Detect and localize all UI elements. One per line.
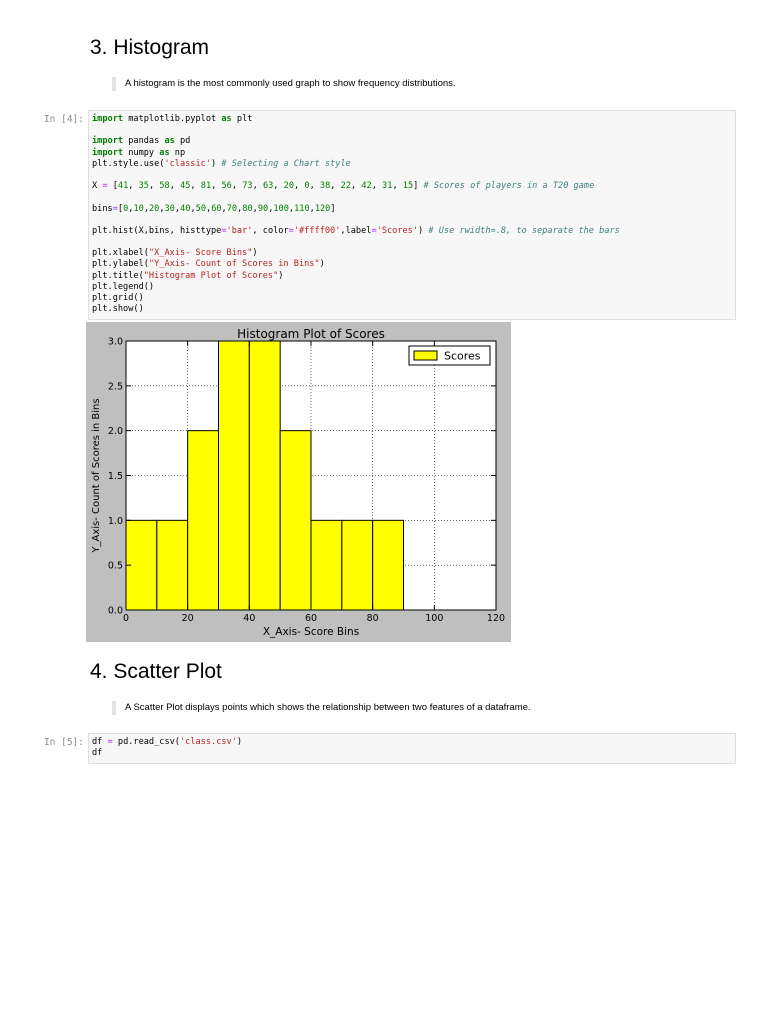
histogram-bar — [156, 519, 189, 611]
histogram-bar — [279, 430, 312, 611]
histogram-bar — [248, 340, 281, 611]
code-line: ​ — [92, 237, 732, 248]
code-line: plt.style.use('classic') # Selecting a C… — [92, 158, 351, 169]
y-tick-label: 3.0 — [108, 337, 123, 348]
code-line: import pandas as pd — [92, 136, 191, 147]
y-tick-label: 1.5 — [108, 471, 123, 482]
x-tick-label: 40 — [243, 613, 255, 624]
y-tick-label: 2.5 — [108, 381, 123, 392]
histogram-bar — [341, 519, 374, 611]
y-tick-label: 0.5 — [108, 561, 123, 572]
code-line: plt.legend() — [92, 281, 155, 292]
code-line: ​ — [92, 125, 732, 136]
x-axis-label: X_Axis- Score Bins — [263, 626, 359, 638]
histogram-bar — [218, 340, 250, 611]
code-line: ​ — [92, 215, 732, 226]
histogram-bar — [310, 519, 343, 611]
cell-prompt: In [5]: — [43, 737, 84, 748]
x-tick-label: 60 — [305, 613, 317, 624]
y-tick-label: 0.0 — [108, 606, 123, 617]
cell-prompt: In [4]: — [43, 114, 84, 125]
code-line: bins=[0,10,20,30,40,50,60,70,80,90,100,1… — [92, 203, 336, 214]
y-tick-label: 1.0 — [108, 516, 123, 527]
code-cell-scatter[interactable]: df = pd.read_csv('class.csv') df — [88, 733, 736, 764]
histogram-description: A histogram is the most commonly used gr… — [112, 77, 456, 91]
histogram-figure: 0 20 40 60 80 100 120 0.0 0.5 1.0 1.5 2.0 2.5 3.0 Hist… — [86, 322, 511, 642]
code-line: df — [92, 748, 103, 759]
code-line: plt.xlabel("X_Axis- Score Bins") — [92, 248, 258, 259]
code-line: plt.hist(X,bins, histtype='bar', color='… — [92, 225, 620, 236]
section-heading-scatter: 4. Scatter Plot — [90, 660, 222, 683]
x-tick-label: 20 — [182, 613, 194, 624]
code-cell-histogram[interactable]: import matplotlib.pyplot as plt​import p… — [88, 110, 736, 320]
code-line: import numpy as np — [92, 147, 186, 158]
code-line: plt.show() — [92, 304, 144, 315]
histogram-bar — [187, 430, 219, 611]
x-tick-label: 80 — [367, 613, 379, 624]
section-heading-histogram: 3. Histogram — [90, 36, 210, 59]
y-axis-label: Y_Axis- Count of Scores in Bins — [91, 398, 102, 553]
legend-label: Scores — [444, 350, 481, 363]
histogram-chart: 0 20 40 60 80 100 120 0.0 0.5 1.0 1.5 2.0 2.5 3.0 Hist… — [91, 327, 505, 638]
code-line: df = pd.read_csv('class.csv') — [92, 737, 243, 747]
chart-title: Histogram Plot of Scores — [237, 327, 385, 341]
code-line: ​ — [92, 170, 732, 181]
code-line: plt.title("Histogram Plot of Scores") — [92, 270, 284, 281]
legend-swatch — [413, 350, 438, 361]
x-tick-label: 120 — [487, 613, 505, 624]
code-line: ​ — [92, 192, 732, 203]
histogram-bar — [372, 519, 404, 611]
x-tick-label: 0 — [123, 613, 129, 624]
code-line: import matplotlib.pyplot as plt — [92, 114, 253, 124]
x-tick-label: 100 — [425, 613, 443, 624]
code-line: X = [41, 35, 58, 45, 81, 56, 73, 63, 20,… — [92, 181, 595, 192]
scatter-description: A Scatter Plot displays points which sho… — [112, 701, 531, 715]
code-line: plt.ylabel("Y_Axis- Count of Scores in B… — [92, 259, 325, 270]
y-tick-label: 2.0 — [108, 426, 123, 437]
code-line: plt.grid() — [92, 293, 144, 303]
